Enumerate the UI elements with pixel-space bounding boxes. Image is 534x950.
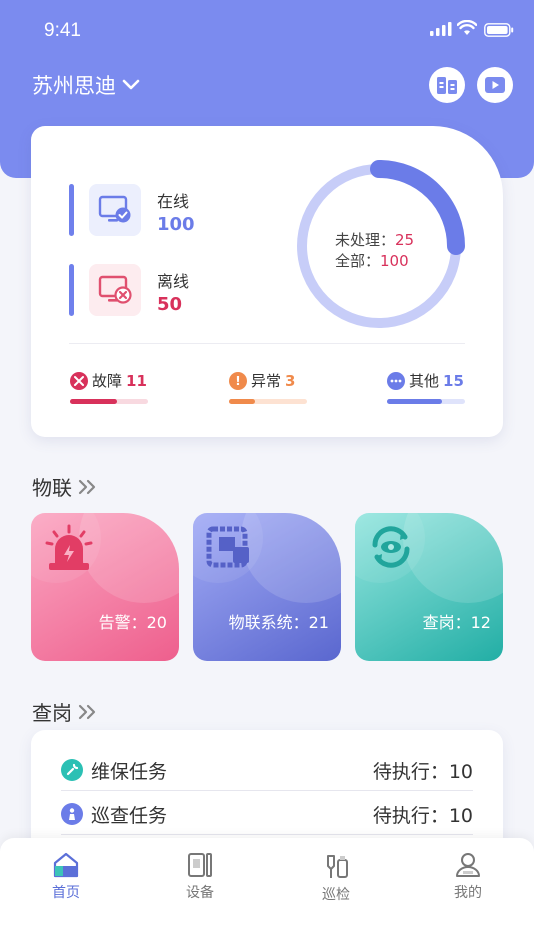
abnormal-stat[interactable]: ! 异常 3 <box>229 370 309 404</box>
tab-label: 设备 <box>186 885 214 901</box>
building-icon <box>437 77 457 94</box>
other-stat[interactable]: 其他 15 <box>387 370 467 404</box>
profile-icon <box>456 853 480 877</box>
tab-device[interactable]: 设备 <box>160 852 240 902</box>
fault-label: 故障 <box>92 372 123 390</box>
double-chevron-right-icon <box>78 479 96 494</box>
company-selector[interactable]: 苏州思迪 <box>32 70 140 100</box>
online-monitor-icon <box>89 184 141 236</box>
offline-label: 离线 <box>157 272 190 291</box>
patrol-tile[interactable]: 查岗：12 <box>355 513 503 661</box>
iot-title-text: 物联 <box>32 476 72 500</box>
total-label: 全部： <box>335 252 381 270</box>
battery-icon <box>484 23 514 37</box>
building-button[interactable] <box>429 67 465 103</box>
tab-label: 首页 <box>52 885 80 901</box>
online-label: 在线 <box>157 192 190 211</box>
more-dots-icon <box>387 371 405 390</box>
offline-accent-bar <box>69 264 74 316</box>
device-summary-card: 在线 100 离线 50 未处理：25 全部：100 故障 11 ! 异常 3 … <box>31 126 503 437</box>
inspector-icon <box>61 803 83 825</box>
device-icon <box>188 853 212 877</box>
abnormal-progress-track <box>229 399 307 404</box>
status-time: 9:41 <box>44 20 81 41</box>
pending-value: 25 <box>395 231 415 249</box>
video-button[interactable] <box>477 67 513 103</box>
total-count: 全部：100 <box>335 250 409 271</box>
pending-label: 未处理： <box>335 231 396 249</box>
task-divider <box>61 790 473 791</box>
task-row-maintenance[interactable]: 维保任务 待执行：10 <box>61 748 473 792</box>
total-value: 100 <box>380 252 409 270</box>
iot-system-tile[interactable]: 物联系统：21 <box>193 513 341 661</box>
wrench-icon <box>70 371 88 390</box>
alarm-bell-icon <box>45 524 93 570</box>
exclamation-icon: ! <box>229 371 247 390</box>
wifi-icon <box>457 20 477 35</box>
task-name: 巡查任务 <box>91 804 168 827</box>
pending-count: 未处理：25 <box>335 229 414 250</box>
offline-monitor-icon <box>89 264 141 316</box>
fault-progress-fill <box>70 399 117 404</box>
tab-home[interactable]: 首页 <box>26 852 106 902</box>
tab-label: 我的 <box>454 885 482 901</box>
tab-label: 巡检 <box>322 887 350 903</box>
check-title-text: 查岗 <box>32 701 72 725</box>
task-row-inspection[interactable]: 巡查任务 待执行：10 <box>61 792 473 836</box>
iot-system-icon <box>206 526 249 568</box>
summary-divider <box>69 343 465 344</box>
iot-section-title[interactable]: 物联 <box>32 472 98 501</box>
fault-progress-track <box>70 399 148 404</box>
alarm-tile-label: 告警：20 <box>98 613 167 632</box>
abnormal-label: 异常 <box>251 372 282 390</box>
online-value: 100 <box>157 214 195 235</box>
other-progress-fill <box>387 399 442 404</box>
offline-value: 50 <box>157 294 183 315</box>
task-divider <box>61 834 473 835</box>
fault-value: 11 <box>126 371 147 390</box>
patrol-tile-label: 查岗：12 <box>422 613 491 632</box>
chevron-down-icon <box>122 79 140 90</box>
online-accent-bar <box>69 184 74 236</box>
alarm-tile[interactable]: 告警：20 <box>31 513 179 661</box>
bottom-tab-bar: 首页 设备 巡检 我的 <box>0 838 534 950</box>
fault-stat[interactable]: 故障 11 <box>70 370 150 404</box>
task-status: 待执行：10 <box>372 760 473 783</box>
company-name: 苏州思迪 <box>32 74 116 98</box>
video-play-icon <box>485 77 505 93</box>
task-status: 待执行：10 <box>372 804 473 827</box>
status-bar: 9:41 <box>0 0 534 60</box>
other-progress-track <box>387 399 465 404</box>
abnormal-value: 3 <box>285 371 296 390</box>
wrench-icon <box>61 759 83 781</box>
other-label: 其他 <box>409 372 440 390</box>
task-name: 维保任务 <box>91 760 168 783</box>
tab-profile[interactable]: 我的 <box>428 852 508 902</box>
tab-inspect[interactable]: 巡检 <box>296 852 376 904</box>
home-icon <box>53 852 79 878</box>
double-chevron-right-icon <box>78 704 96 719</box>
other-value: 15 <box>443 371 464 390</box>
inspect-icon <box>327 855 348 878</box>
patrol-eye-icon <box>372 526 410 568</box>
abnormal-progress-fill <box>229 399 255 404</box>
iot-system-tile-label: 物联系统：21 <box>228 613 329 632</box>
check-section-title[interactable]: 查岗 <box>32 697 98 726</box>
signal-icon <box>430 22 452 36</box>
